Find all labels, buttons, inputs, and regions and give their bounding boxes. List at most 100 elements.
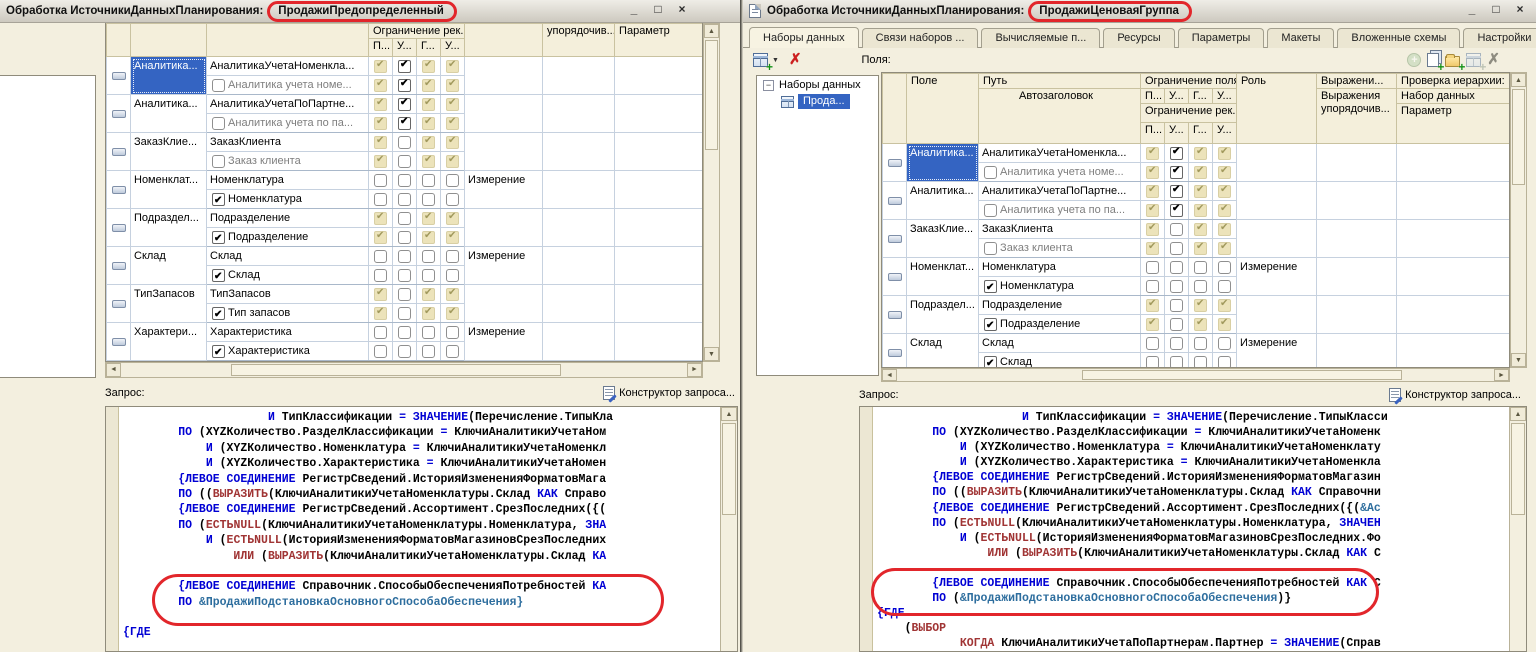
copy-field-icon[interactable]: + bbox=[1427, 53, 1439, 67]
restriction-cell[interactable] bbox=[369, 266, 393, 285]
checkbox[interactable] bbox=[1194, 147, 1207, 160]
field-cell[interactable]: Аналитика... bbox=[907, 182, 979, 220]
checkbox[interactable] bbox=[1194, 204, 1207, 217]
checkbox[interactable] bbox=[422, 269, 435, 282]
checkbox[interactable] bbox=[446, 79, 459, 92]
auto-title-checkbox[interactable] bbox=[984, 318, 997, 331]
checkbox[interactable] bbox=[374, 79, 387, 92]
scroll-left-icon[interactable]: ◄ bbox=[106, 363, 121, 377]
hierarchy-cell[interactable] bbox=[1397, 220, 1510, 258]
checkbox[interactable] bbox=[1194, 185, 1207, 198]
hierarchy-cell[interactable] bbox=[615, 209, 703, 247]
checkbox[interactable] bbox=[398, 231, 411, 244]
restriction-cell[interactable] bbox=[1141, 182, 1165, 201]
restriction-cell[interactable] bbox=[1189, 239, 1213, 258]
restriction-cell[interactable] bbox=[417, 95, 441, 114]
tab-6[interactable]: Макеты bbox=[1267, 28, 1334, 48]
restriction-cell[interactable] bbox=[417, 247, 441, 266]
row-indicator-cell[interactable] bbox=[107, 57, 131, 95]
row-indicator-cell[interactable] bbox=[883, 144, 907, 182]
checkbox[interactable] bbox=[446, 174, 459, 187]
auto-title-checkbox[interactable] bbox=[212, 307, 225, 320]
restriction-cell[interactable] bbox=[1213, 239, 1237, 258]
checkbox[interactable] bbox=[398, 345, 411, 358]
checkbox[interactable] bbox=[374, 326, 387, 339]
auto-title-cell[interactable]: Аналитика учета по па... bbox=[207, 114, 369, 133]
restriction-cell[interactable] bbox=[441, 171, 465, 190]
role-cell[interactable] bbox=[465, 95, 543, 133]
restriction-cell[interactable] bbox=[1165, 353, 1189, 369]
restriction-cell[interactable] bbox=[393, 171, 417, 190]
restriction-cell[interactable] bbox=[417, 209, 441, 228]
restriction-cell[interactable] bbox=[393, 209, 417, 228]
path-cell[interactable]: Характеристика bbox=[207, 323, 369, 342]
role-cell[interactable] bbox=[1237, 144, 1317, 182]
restriction-cell[interactable] bbox=[1189, 182, 1213, 201]
hierarchy-cell[interactable] bbox=[615, 247, 703, 285]
row-indicator-cell[interactable] bbox=[883, 296, 907, 334]
restriction-cell[interactable] bbox=[1213, 258, 1237, 277]
restriction-cell[interactable] bbox=[441, 95, 465, 114]
scrollbar-thumb[interactable] bbox=[1512, 89, 1525, 185]
checkbox[interactable] bbox=[398, 307, 411, 320]
checkbox[interactable] bbox=[446, 326, 459, 339]
checkbox[interactable] bbox=[1146, 147, 1159, 160]
field-cell[interactable]: ЗаказКлие... bbox=[131, 133, 207, 171]
checkbox[interactable] bbox=[446, 269, 459, 282]
checkbox[interactable] bbox=[1194, 223, 1207, 236]
tree-item-dataset[interactable]: Прода... bbox=[757, 93, 878, 110]
checkbox[interactable] bbox=[422, 250, 435, 263]
checkbox[interactable] bbox=[374, 307, 387, 320]
tab-8[interactable]: Настройки bbox=[1463, 28, 1536, 48]
restriction-cell[interactable] bbox=[393, 152, 417, 171]
role-cell[interactable] bbox=[1237, 296, 1317, 334]
collapse-icon[interactable]: − bbox=[763, 80, 774, 91]
hierarchy-cell[interactable] bbox=[615, 95, 703, 133]
auto-title-cell[interactable]: Подразделение bbox=[207, 228, 369, 247]
checkbox[interactable] bbox=[1218, 356, 1231, 369]
checkbox[interactable] bbox=[398, 212, 411, 225]
role-cell[interactable]: Измерение bbox=[1237, 334, 1317, 369]
checkbox[interactable] bbox=[422, 288, 435, 301]
restriction-cell[interactable] bbox=[1165, 277, 1189, 296]
restriction-cell[interactable] bbox=[417, 342, 441, 361]
restriction-cell[interactable] bbox=[393, 57, 417, 76]
checkbox[interactable] bbox=[374, 212, 387, 225]
auto-title-cell[interactable]: Тип запасов bbox=[207, 304, 369, 323]
restriction-cell[interactable] bbox=[1213, 296, 1237, 315]
hierarchy-cell[interactable] bbox=[1397, 334, 1510, 369]
checkbox[interactable] bbox=[1170, 280, 1183, 293]
add-dataset-dropdown-icon[interactable]: ▼ bbox=[772, 57, 779, 64]
restriction-cell[interactable] bbox=[1141, 144, 1165, 163]
checkbox[interactable] bbox=[1170, 147, 1183, 160]
checkbox[interactable] bbox=[446, 250, 459, 263]
checkbox[interactable] bbox=[398, 269, 411, 282]
restriction-cell[interactable] bbox=[1141, 334, 1165, 353]
checkbox[interactable] bbox=[446, 212, 459, 225]
expression-cell[interactable] bbox=[1317, 296, 1397, 334]
restriction-cell[interactable] bbox=[369, 95, 393, 114]
restriction-cell[interactable] bbox=[417, 323, 441, 342]
restriction-cell[interactable] bbox=[417, 114, 441, 133]
checkbox[interactable] bbox=[422, 231, 435, 244]
checkbox[interactable] bbox=[1146, 356, 1159, 369]
auto-title-cell[interactable]: Номенклатура bbox=[979, 277, 1141, 296]
checkbox[interactable] bbox=[1194, 318, 1207, 331]
auto-title-cell[interactable]: Аналитика учета номе... bbox=[979, 163, 1141, 182]
scroll-up-icon[interactable]: ▲ bbox=[704, 24, 719, 38]
expression-cell[interactable] bbox=[543, 171, 615, 209]
checkbox[interactable] bbox=[446, 307, 459, 320]
checkbox[interactable] bbox=[398, 288, 411, 301]
delete-dataset-icon[interactable]: ✗ bbox=[787, 53, 804, 67]
restriction-cell[interactable] bbox=[369, 152, 393, 171]
restriction-cell[interactable] bbox=[441, 209, 465, 228]
scrollbar-thumb[interactable] bbox=[1511, 423, 1525, 515]
checkbox[interactable] bbox=[1218, 204, 1231, 217]
checkbox[interactable] bbox=[422, 174, 435, 187]
checkbox[interactable] bbox=[374, 269, 387, 282]
field-cell[interactable]: ЗаказКлие... bbox=[907, 220, 979, 258]
hierarchy-cell[interactable] bbox=[615, 133, 703, 171]
right-table-vscrollbar[interactable]: ▲ ▼ bbox=[1510, 72, 1527, 368]
checkbox[interactable] bbox=[1146, 337, 1159, 350]
checkbox[interactable] bbox=[422, 60, 435, 73]
